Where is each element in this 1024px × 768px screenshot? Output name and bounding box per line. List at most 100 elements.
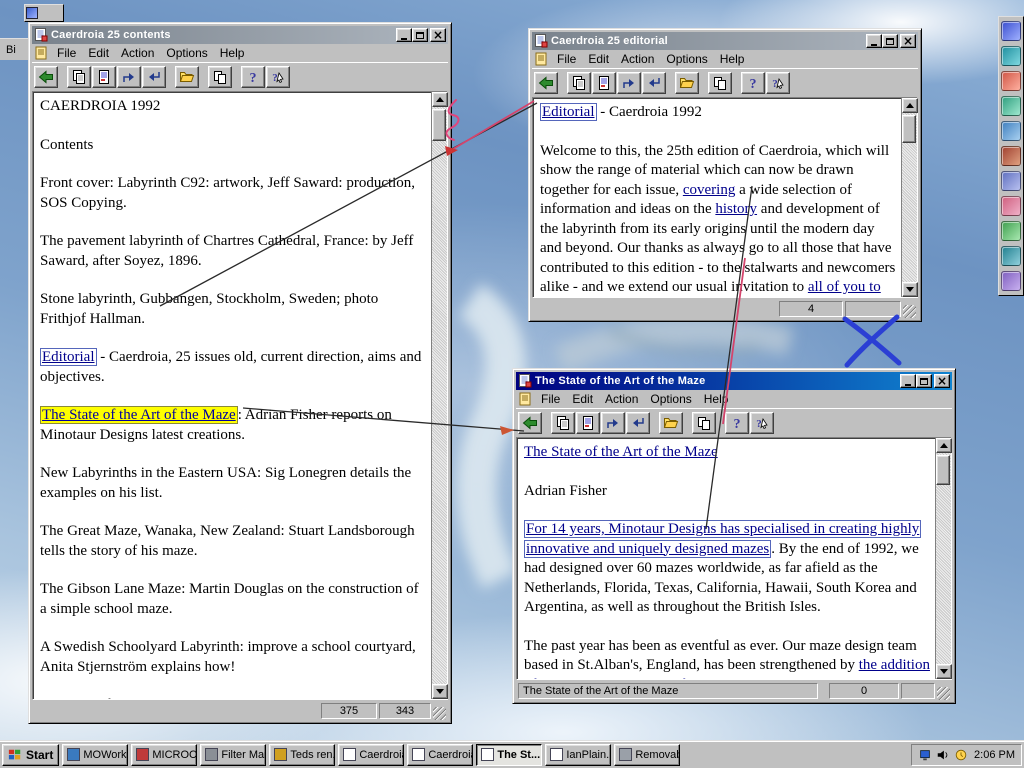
copy-doc-button[interactable] bbox=[567, 71, 591, 94]
close-button[interactable]: × bbox=[430, 28, 446, 42]
jump-out-button[interactable] bbox=[601, 411, 625, 434]
scroll-up-button[interactable] bbox=[936, 438, 952, 453]
menu-options[interactable]: Options bbox=[660, 51, 713, 67]
taskbar-button-ianplain[interactable]: IanPlain... bbox=[545, 743, 612, 766]
copy-pages-button[interactable] bbox=[692, 411, 716, 434]
menu-help[interactable]: Help bbox=[214, 45, 251, 61]
jump-in-button[interactable] bbox=[626, 411, 650, 434]
scroll-thumb[interactable] bbox=[902, 115, 916, 143]
dock-icon-7[interactable] bbox=[1001, 171, 1021, 191]
dock-icon-1[interactable] bbox=[1001, 21, 1021, 41]
dock-icon-5[interactable] bbox=[1001, 121, 1021, 141]
dock-icon-3[interactable] bbox=[1001, 71, 1021, 91]
help-button[interactable]: ? bbox=[241, 65, 265, 88]
scroll-track[interactable] bbox=[432, 107, 447, 684]
hyperlink-anchor[interactable]: Editorial bbox=[540, 103, 597, 121]
scroll-up-button[interactable] bbox=[432, 92, 448, 107]
hyperlink-anchor[interactable]: Editorial bbox=[40, 348, 97, 366]
link-doc-button[interactable] bbox=[92, 65, 116, 88]
power-icon[interactable] bbox=[918, 748, 932, 762]
menu-help[interactable]: Help bbox=[698, 391, 735, 407]
copy-pages-button[interactable] bbox=[208, 65, 232, 88]
copy-doc-button[interactable] bbox=[551, 411, 575, 434]
taskbar-button-filter-man[interactable]: Filter Man... bbox=[200, 743, 267, 766]
start-button[interactable]: Start bbox=[2, 743, 60, 766]
scroll-up-button[interactable] bbox=[902, 98, 918, 113]
link-doc-button[interactable] bbox=[576, 411, 600, 434]
close-button[interactable]: × bbox=[900, 34, 916, 48]
taskbar-button-caerdroia[interactable]: Caerdroia... bbox=[338, 743, 405, 766]
dock-icon-11[interactable] bbox=[1001, 271, 1021, 291]
resize-grip[interactable] bbox=[903, 305, 916, 318]
menu-action[interactable]: Action bbox=[599, 391, 644, 407]
menu-file[interactable]: File bbox=[535, 391, 566, 407]
title-bar[interactable]: The State of the Art of the Maze × bbox=[516, 372, 952, 390]
dock-icon-8[interactable] bbox=[1001, 196, 1021, 216]
vertical-scrollbar[interactable] bbox=[431, 92, 448, 699]
dock-icon-10[interactable] bbox=[1001, 246, 1021, 266]
dock-icon-9[interactable] bbox=[1001, 221, 1021, 241]
menu-help[interactable]: Help bbox=[714, 51, 751, 67]
menu-action[interactable]: Action bbox=[115, 45, 160, 61]
taskbar-button-microc[interactable]: MICROC... bbox=[131, 743, 198, 766]
taskbar-button-moworks[interactable]: MOWorks bbox=[62, 743, 129, 766]
context-help-button[interactable]: ? bbox=[766, 71, 790, 94]
jump-out-button[interactable] bbox=[117, 65, 141, 88]
scroll-down-button[interactable] bbox=[432, 684, 448, 699]
vertical-scrollbar[interactable] bbox=[901, 98, 918, 297]
maximize-button[interactable] bbox=[916, 374, 932, 388]
link-doc-button[interactable] bbox=[592, 71, 616, 94]
scroll-track[interactable] bbox=[936, 453, 951, 664]
taskbar-button-caerdroia[interactable]: Caerdroia... bbox=[407, 743, 474, 766]
back-arrow-button[interactable] bbox=[518, 411, 542, 434]
vertical-scrollbar[interactable] bbox=[935, 438, 952, 679]
copy-doc-button[interactable] bbox=[67, 65, 91, 88]
help-button[interactable]: ? bbox=[741, 71, 765, 94]
scroll-down-button[interactable] bbox=[936, 664, 952, 679]
minimize-button[interactable] bbox=[900, 374, 916, 388]
menu-action[interactable]: Action bbox=[615, 51, 660, 67]
context-help-button[interactable]: ? bbox=[266, 65, 290, 88]
hyperlink-anchor[interactable]: The State of the Art of the Maze bbox=[524, 444, 718, 460]
dock-icon-2[interactable] bbox=[1001, 46, 1021, 66]
jump-in-button[interactable] bbox=[642, 71, 666, 94]
menu-edit[interactable]: Edit bbox=[566, 391, 599, 407]
open-folder-button[interactable] bbox=[675, 71, 699, 94]
close-button[interactable]: × bbox=[934, 374, 950, 388]
context-help-button[interactable]: ? bbox=[750, 411, 774, 434]
back-arrow-button[interactable] bbox=[534, 71, 558, 94]
menu-options[interactable]: Options bbox=[160, 45, 213, 61]
taskbar-button-removab[interactable]: Removab... bbox=[614, 743, 681, 766]
copy-pages-button[interactable] bbox=[708, 71, 732, 94]
jump-in-button[interactable] bbox=[142, 65, 166, 88]
maximize-button[interactable] bbox=[412, 28, 428, 42]
dock-icon-6[interactable] bbox=[1001, 146, 1021, 166]
speaker-icon[interactable] bbox=[936, 748, 950, 762]
scroll-thumb[interactable] bbox=[936, 455, 950, 485]
open-folder-button[interactable] bbox=[175, 65, 199, 88]
help-button[interactable]: ? bbox=[725, 411, 749, 434]
menu-edit[interactable]: Edit bbox=[582, 51, 615, 67]
menu-file[interactable]: File bbox=[551, 51, 582, 67]
minimize-button[interactable] bbox=[866, 34, 882, 48]
jump-out-button[interactable] bbox=[617, 71, 641, 94]
scroll-track[interactable] bbox=[902, 113, 917, 282]
hyperlink-anchor[interactable]: covering bbox=[683, 182, 735, 198]
resize-grip[interactable] bbox=[937, 687, 950, 700]
schedule-icon[interactable] bbox=[954, 748, 968, 762]
hyperlink-anchor[interactable]: The State of the Art of the Maze bbox=[40, 406, 238, 424]
title-bar[interactable]: Caerdroia 25 editorial × bbox=[532, 32, 918, 50]
back-arrow-button[interactable] bbox=[34, 65, 58, 88]
scroll-down-button[interactable] bbox=[902, 282, 918, 297]
dock-icon-4[interactable] bbox=[1001, 96, 1021, 116]
title-bar[interactable]: Caerdroia 25 contents × bbox=[32, 26, 448, 44]
resize-grip[interactable] bbox=[433, 707, 446, 720]
open-folder-button[interactable] bbox=[659, 411, 683, 434]
maximize-button[interactable] bbox=[882, 34, 898, 48]
menu-file[interactable]: File bbox=[51, 45, 82, 61]
minimize-button[interactable] bbox=[396, 28, 412, 42]
taskbar-button-the-st[interactable]: The St... bbox=[476, 743, 543, 766]
menu-edit[interactable]: Edit bbox=[82, 45, 115, 61]
hyperlink-anchor[interactable]: history bbox=[715, 201, 757, 217]
menu-options[interactable]: Options bbox=[644, 391, 697, 407]
